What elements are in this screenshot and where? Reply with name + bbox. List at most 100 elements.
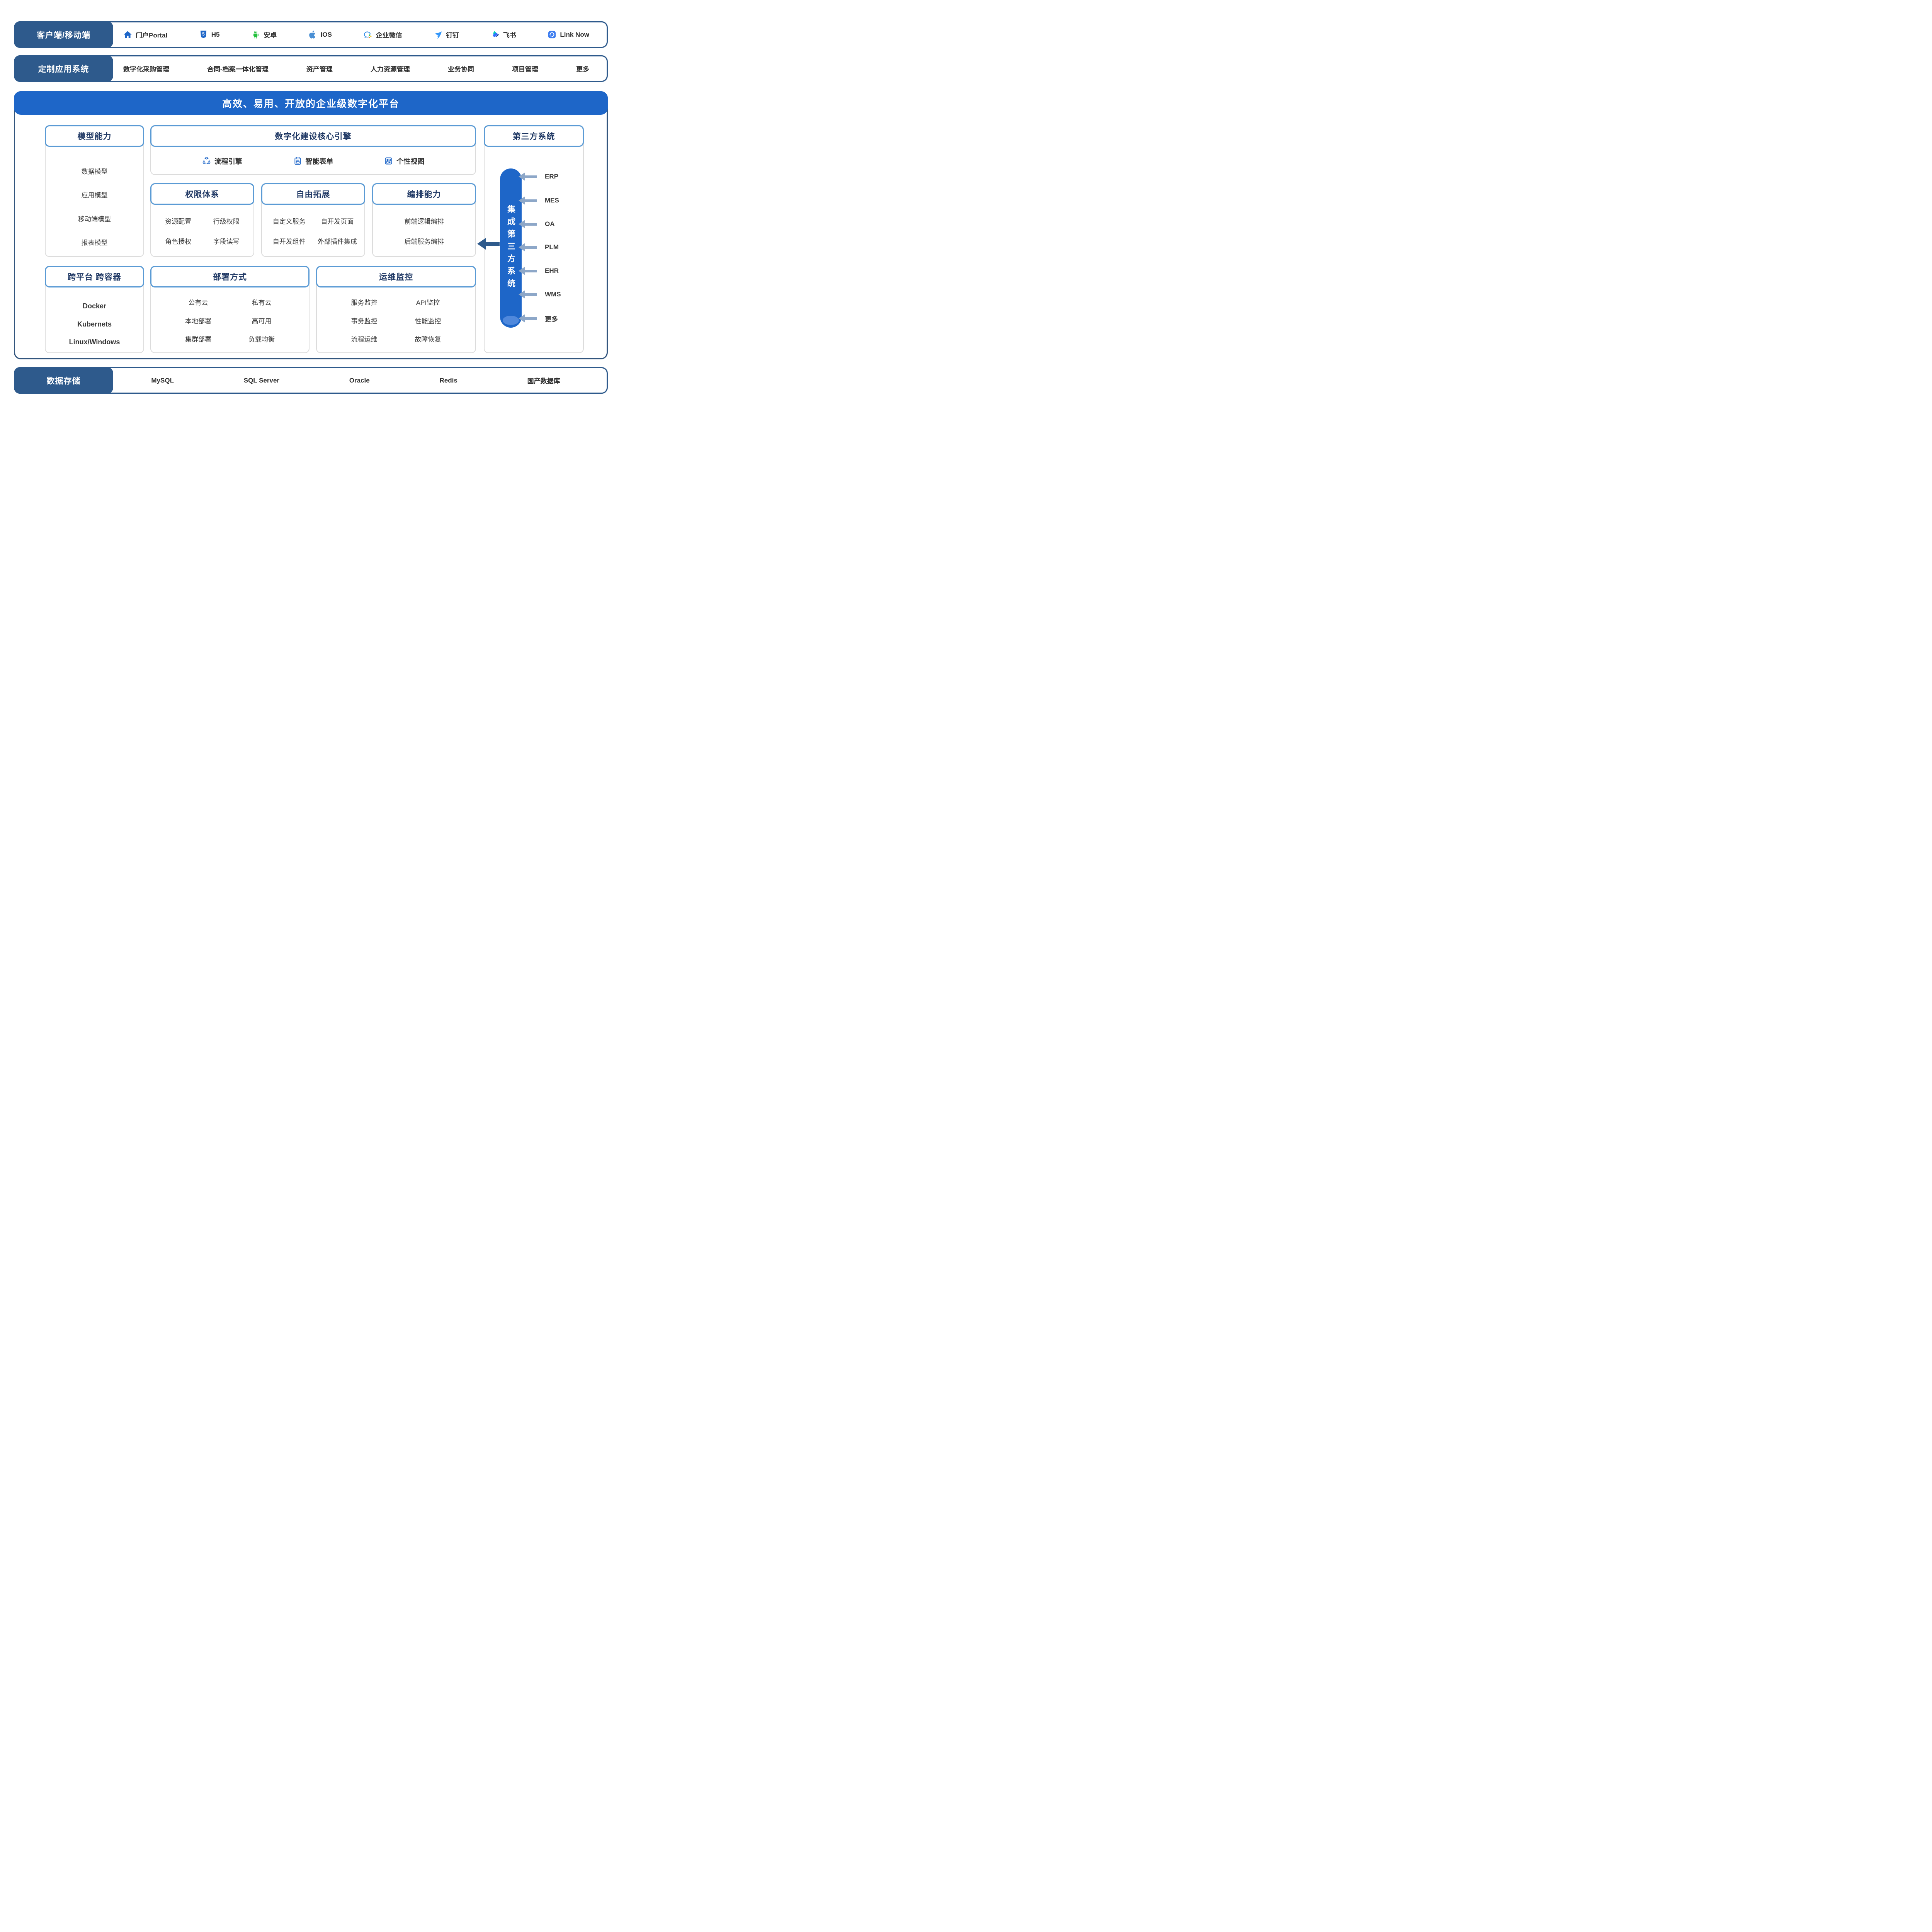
clients-band-label: 客户端/移动端 — [14, 21, 113, 48]
custom-app-item: 数字化采购管理 — [123, 64, 169, 73]
client-item-h5: 5 H5 — [199, 30, 220, 39]
left-arrow-icon — [519, 196, 538, 205]
left-arrow-icon — [519, 314, 538, 323]
client-item-label: Link Now — [560, 31, 589, 39]
extension-card-title: 自由拓展 — [261, 183, 365, 205]
html5-icon: 5 — [199, 30, 208, 39]
client-item-android: 安卓 — [251, 30, 277, 39]
extension-item: 自定义服务 — [273, 216, 306, 226]
model-card-title: 模型能力 — [45, 125, 144, 147]
platform-container: 高效、易用、开放的企业级数字化平台 模型能力 数据模型 应用模型 移动端模型 报… — [14, 91, 608, 359]
system-label: PLM — [545, 243, 559, 251]
ops-item: API监控 — [416, 297, 440, 307]
system-label: WMS — [545, 291, 561, 298]
client-item-ios: iOS — [308, 30, 332, 39]
system-label: EHR — [545, 267, 559, 275]
clients-band: 客户端/移动端 门户Portal 5 H5 安卓 — [14, 21, 608, 48]
model-item: 报表模型 — [82, 237, 108, 247]
client-item-label: 安卓 — [264, 30, 277, 39]
clients-items: 门户Portal 5 H5 安卓 iOS — [123, 22, 589, 47]
deployment-item: 本地部署 — [185, 316, 211, 325]
deployment-card-title: 部署方式 — [150, 266, 310, 287]
ops-item: 故障恢复 — [415, 334, 441, 344]
engine-items: 流程引擎 智能表单 个性视图 — [151, 148, 475, 174]
engine-card-title: 数字化建设核心引擎 — [150, 125, 476, 147]
system-label: OA — [545, 220, 555, 228]
integration-pill-label: 集成第三方系统 — [507, 205, 515, 291]
extension-item: 自开发页面 — [321, 216, 354, 226]
ops-monitoring-card: 运维监控 服务监控 API监控 事务监控 性能监控 流程运维 故障恢复 — [316, 266, 476, 353]
extension-card: 自由拓展 自定义服务 自开发页面 自开发组件 外部插件集成 — [261, 183, 365, 257]
orchestration-item: 前端逻辑编排 — [405, 216, 444, 226]
client-item-label: 企业微信 — [376, 30, 402, 39]
model-item: 数据模型 — [82, 166, 108, 176]
third-party-card-title: 第三方系统 — [484, 125, 584, 147]
permission-card-title: 权限体系 — [150, 183, 254, 205]
model-item: 移动端模型 — [78, 214, 111, 223]
permission-item: 行级权限 — [213, 216, 240, 226]
permission-item: 资源配置 — [165, 216, 191, 226]
ops-item: 流程运维 — [351, 334, 378, 344]
system-label: ERP — [545, 173, 558, 180]
permission-item: 字段读写 — [213, 236, 240, 246]
model-item: 应用模型 — [82, 190, 108, 199]
platform-title: 高效、易用、开放的企业级数字化平台 — [14, 91, 608, 115]
storage-items: MySQL SQL Server Oracle Redis 国产数据库 — [116, 368, 595, 393]
storage-item: Redis — [440, 377, 457, 384]
dingtalk-icon — [434, 30, 442, 39]
storage-item: SQL Server — [244, 377, 279, 384]
engine-item-label: 智能表单 — [306, 156, 333, 166]
deployment-item: 公有云 — [189, 297, 208, 307]
left-arrow-icon — [519, 172, 538, 181]
left-arrow-icon — [519, 267, 538, 275]
permission-item: 角色授权 — [165, 236, 191, 246]
deployment-item: 私有云 — [252, 297, 272, 307]
process-engine-icon — [202, 156, 211, 165]
linknow-icon — [548, 30, 556, 39]
model-capability-card: 模型能力 数据模型 应用模型 移动端模型 报表模型 — [45, 125, 144, 257]
feishu-icon — [491, 30, 500, 39]
storage-item: MySQL — [151, 377, 174, 384]
cross-platform-item: Linux/Windows — [69, 338, 120, 346]
custom-app-item: 资产管理 — [306, 64, 333, 73]
custom-app-item: 业务协同 — [448, 64, 474, 73]
permission-card: 权限体系 资源配置 行级权限 角色授权 字段读写 — [150, 183, 254, 257]
orchestration-card: 编排能力 前端逻辑编排 后端服务编排 — [372, 183, 476, 257]
client-item-linknow: Link Now — [548, 30, 589, 39]
custom-apps-band: 定制应用系统 数字化采购管理 合同-档案一体化管理 资产管理 人力资源管理 业务… — [14, 55, 608, 82]
cross-platform-item: Docker — [83, 302, 106, 310]
capability-cards-row: 权限体系 资源配置 行级权限 角色授权 字段读写 自由拓展 自定义服务 自开发页… — [150, 183, 476, 257]
client-item-dingtalk: 钉钉 — [434, 30, 459, 39]
client-item-wechat-work: 企业微信 — [364, 30, 402, 39]
apple-icon — [308, 30, 317, 39]
wechat-work-icon — [364, 30, 372, 39]
orchestration-item: 后端服务编排 — [405, 236, 444, 246]
engine-item-label: 流程引擎 — [214, 156, 242, 166]
system-row-wms: WMS — [519, 289, 561, 300]
storage-item: 国产数据库 — [527, 376, 560, 385]
custom-view-icon — [384, 156, 393, 165]
cross-platform-card-title: 跨平台 跨容器 — [45, 266, 144, 287]
custom-app-item: 更多 — [576, 64, 589, 73]
integration-arrow-icon — [477, 238, 500, 250]
engine-item-process: 流程引擎 — [202, 156, 242, 166]
ops-item: 事务监控 — [351, 316, 378, 325]
custom-app-item: 项目管理 — [512, 64, 538, 73]
client-item-label: iOS — [321, 31, 332, 39]
client-item-portal: 门户Portal — [123, 30, 167, 39]
left-arrow-icon — [519, 243, 538, 252]
client-item-label: 门户Portal — [136, 30, 167, 39]
system-label: 更多 — [545, 314, 558, 323]
ops-item: 服务监控 — [351, 297, 378, 307]
architecture-diagram: 客户端/移动端 门户Portal 5 H5 安卓 — [0, 0, 618, 422]
svg-text:5: 5 — [202, 32, 205, 37]
android-icon — [251, 30, 260, 39]
orchestration-card-title: 编排能力 — [372, 183, 476, 205]
smart-form-icon — [293, 156, 302, 165]
client-item-feishu: 飞书 — [491, 30, 516, 39]
left-arrow-icon — [519, 290, 538, 299]
ops-monitoring-card-title: 运维监控 — [316, 266, 476, 287]
custom-apps-items: 数字化采购管理 合同-档案一体化管理 资产管理 人力资源管理 业务协同 项目管理… — [123, 56, 589, 81]
extension-item: 外部插件集成 — [318, 236, 357, 246]
system-row-mes: MES — [519, 195, 559, 206]
